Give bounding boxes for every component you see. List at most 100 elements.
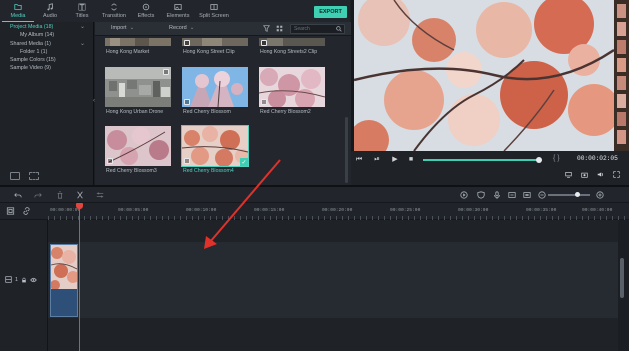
library-item-folder-1[interactable]: Folder 1 (1) [20,49,47,55]
zoom-in-icon[interactable] [596,191,604,199]
eye-icon[interactable] [30,277,37,283]
tab-audio[interactable]: Audio [34,0,66,22]
stop-icon[interactable]: ■ [407,156,415,164]
media-thumbnail-hk-urban-drone[interactable] [105,67,171,107]
redo-icon[interactable] [34,191,42,199]
render-icon[interactable] [460,191,468,199]
timeline-scrollbar[interactable] [620,258,624,298]
tab-effects[interactable]: Effects [130,0,162,22]
microphone-icon[interactable] [493,191,501,199]
import-dropdown[interactable]: Import ⌄ [111,25,134,31]
volume-icon[interactable] [597,171,604,178]
chevron-down-icon[interactable]: ⌄ [80,23,85,30]
zoom-out-icon[interactable] [538,191,546,199]
chevron-down-icon: ⌄ [189,25,195,31]
fullscreen-icon[interactable] [613,171,620,178]
snapshot-icon[interactable] [523,191,531,199]
playback-controls: ⏮ ⏯ ▶ ■ { } 00:00:02:05 [351,151,629,185]
media-filter-bar: Import ⌄ Record ⌄ [95,22,351,36]
grid-view-icon[interactable] [276,25,283,32]
tab-split-screen[interactable]: Split Screen [194,0,234,22]
step-back-icon[interactable]: ⏮ [355,156,363,164]
tab-effects-label: Effects [137,13,155,19]
search-field[interactable] [290,24,345,34]
zoom-slider[interactable] [548,192,590,197]
clip-audio-part [51,289,77,316]
record-dropdown[interactable]: Record ⌄ [169,25,194,31]
display-icon[interactable] [565,171,572,178]
link-icon[interactable] [22,207,31,215]
timeline-clip[interactable] [50,244,78,317]
cherry-blossom-image [51,245,77,289]
media-thumbnail-red-cherry-blossom4[interactable]: ✓ [181,125,249,167]
chevron-down-icon[interactable]: ⌄ [80,40,85,47]
search-input[interactable] [291,25,335,33]
library-item-project-media[interactable]: Project Media (18) [10,24,53,30]
ruler-label: 00:00:20:00 [322,208,353,213]
record-dropdown-label: Record [169,25,187,31]
ruler-label: 00:00:25:00 [390,208,421,213]
add-track-icon[interactable] [6,207,15,215]
library-item-shared-media[interactable]: Shared Media (1) [10,41,51,47]
tab-elements[interactable]: Elements [162,0,194,22]
timeline-ruler[interactable]: 00:00:00:00 00:00:05:00 00:00:10:00 00:0… [0,203,629,220]
add-folder-icon[interactable] [29,172,39,180]
lock-icon[interactable] [21,277,27,283]
tab-transition[interactable]: Transition [98,0,130,22]
export-button[interactable]: EXPORT [314,6,347,18]
play-icon[interactable]: ▶ [391,156,399,164]
media-scrollbar[interactable] [345,117,348,183]
film-strip-decoration [614,0,629,151]
track-header: 1 [0,220,48,351]
preview-video-frame [354,0,614,151]
ruler-label: 00:00:00:00 [50,208,81,213]
empty-track[interactable] [48,220,618,242]
text-icon [78,3,86,11]
split-screen-icon [210,4,218,10]
filter-icon[interactable] [263,25,270,32]
media-thumbnail-red-cherry-blossom2[interactable] [259,67,325,107]
new-folder-icon[interactable] [10,172,20,180]
library-item-my-album[interactable]: My Album (14) [20,32,54,38]
ruler-label: 00:00:35:00 [526,208,557,213]
tab-titles-label: Titles [75,13,89,19]
media-panel: Import⌄ Record⌄ Hong Kong Market Hong Ko… [95,22,351,185]
media-thumbnail-red-cherry-blossom3[interactable] [105,126,171,166]
video-type-icon [184,158,190,164]
clip-video-part [51,245,77,289]
media-thumbnail-hk-market[interactable] [105,38,171,46]
play-pause-icon[interactable]: ⏯ [373,156,381,164]
undo-icon[interactable] [14,191,22,199]
city-street-image [259,38,325,46]
tab-media[interactable]: Media [2,0,34,22]
media-thumbnail-hk-street-clip[interactable] [182,38,248,46]
camera-snapshot-icon[interactable] [581,171,588,178]
tab-elements-label: Elements [166,13,190,19]
cut-icon[interactable] [76,191,84,199]
zoom-handle[interactable] [574,192,580,197]
mark-in-out-icon[interactable]: { } [553,155,560,162]
playback-progress[interactable] [423,157,542,163]
search-icon[interactable] [336,26,342,32]
progress-handle[interactable] [535,157,542,163]
voiceover-icon[interactable] [508,191,516,199]
shield-icon[interactable] [477,191,485,199]
media-thumbnail-hk-streets2-clip[interactable] [259,38,325,46]
ruler-label: 00:00:40:00 [582,208,613,213]
delete-icon[interactable] [56,191,64,199]
media-label: Hong Kong Streets2 Clip [260,49,318,55]
tab-transition-label: Transition [102,13,126,19]
ruler-label: 00:00:10:00 [186,208,217,213]
effects-icon [142,3,150,11]
ruler-label: 00:00:15:00 [254,208,285,213]
tab-titles[interactable]: Titles [66,0,98,22]
preview-panel: ⏮ ⏯ ▶ ■ { } 00:00:02:05 [351,0,629,185]
library-item-sample-colors[interactable]: Sample Colors (15) [10,57,56,63]
timeline-tracks: 1 [0,220,629,351]
adjust-icon[interactable] [96,191,104,199]
media-thumbnail-red-cherry-blossom[interactable] [182,67,248,107]
audio-track[interactable] [48,318,618,351]
playhead[interactable] [79,207,80,351]
library-item-sample-video[interactable]: Sample Video (9) [10,65,51,71]
video-track[interactable] [48,242,618,318]
